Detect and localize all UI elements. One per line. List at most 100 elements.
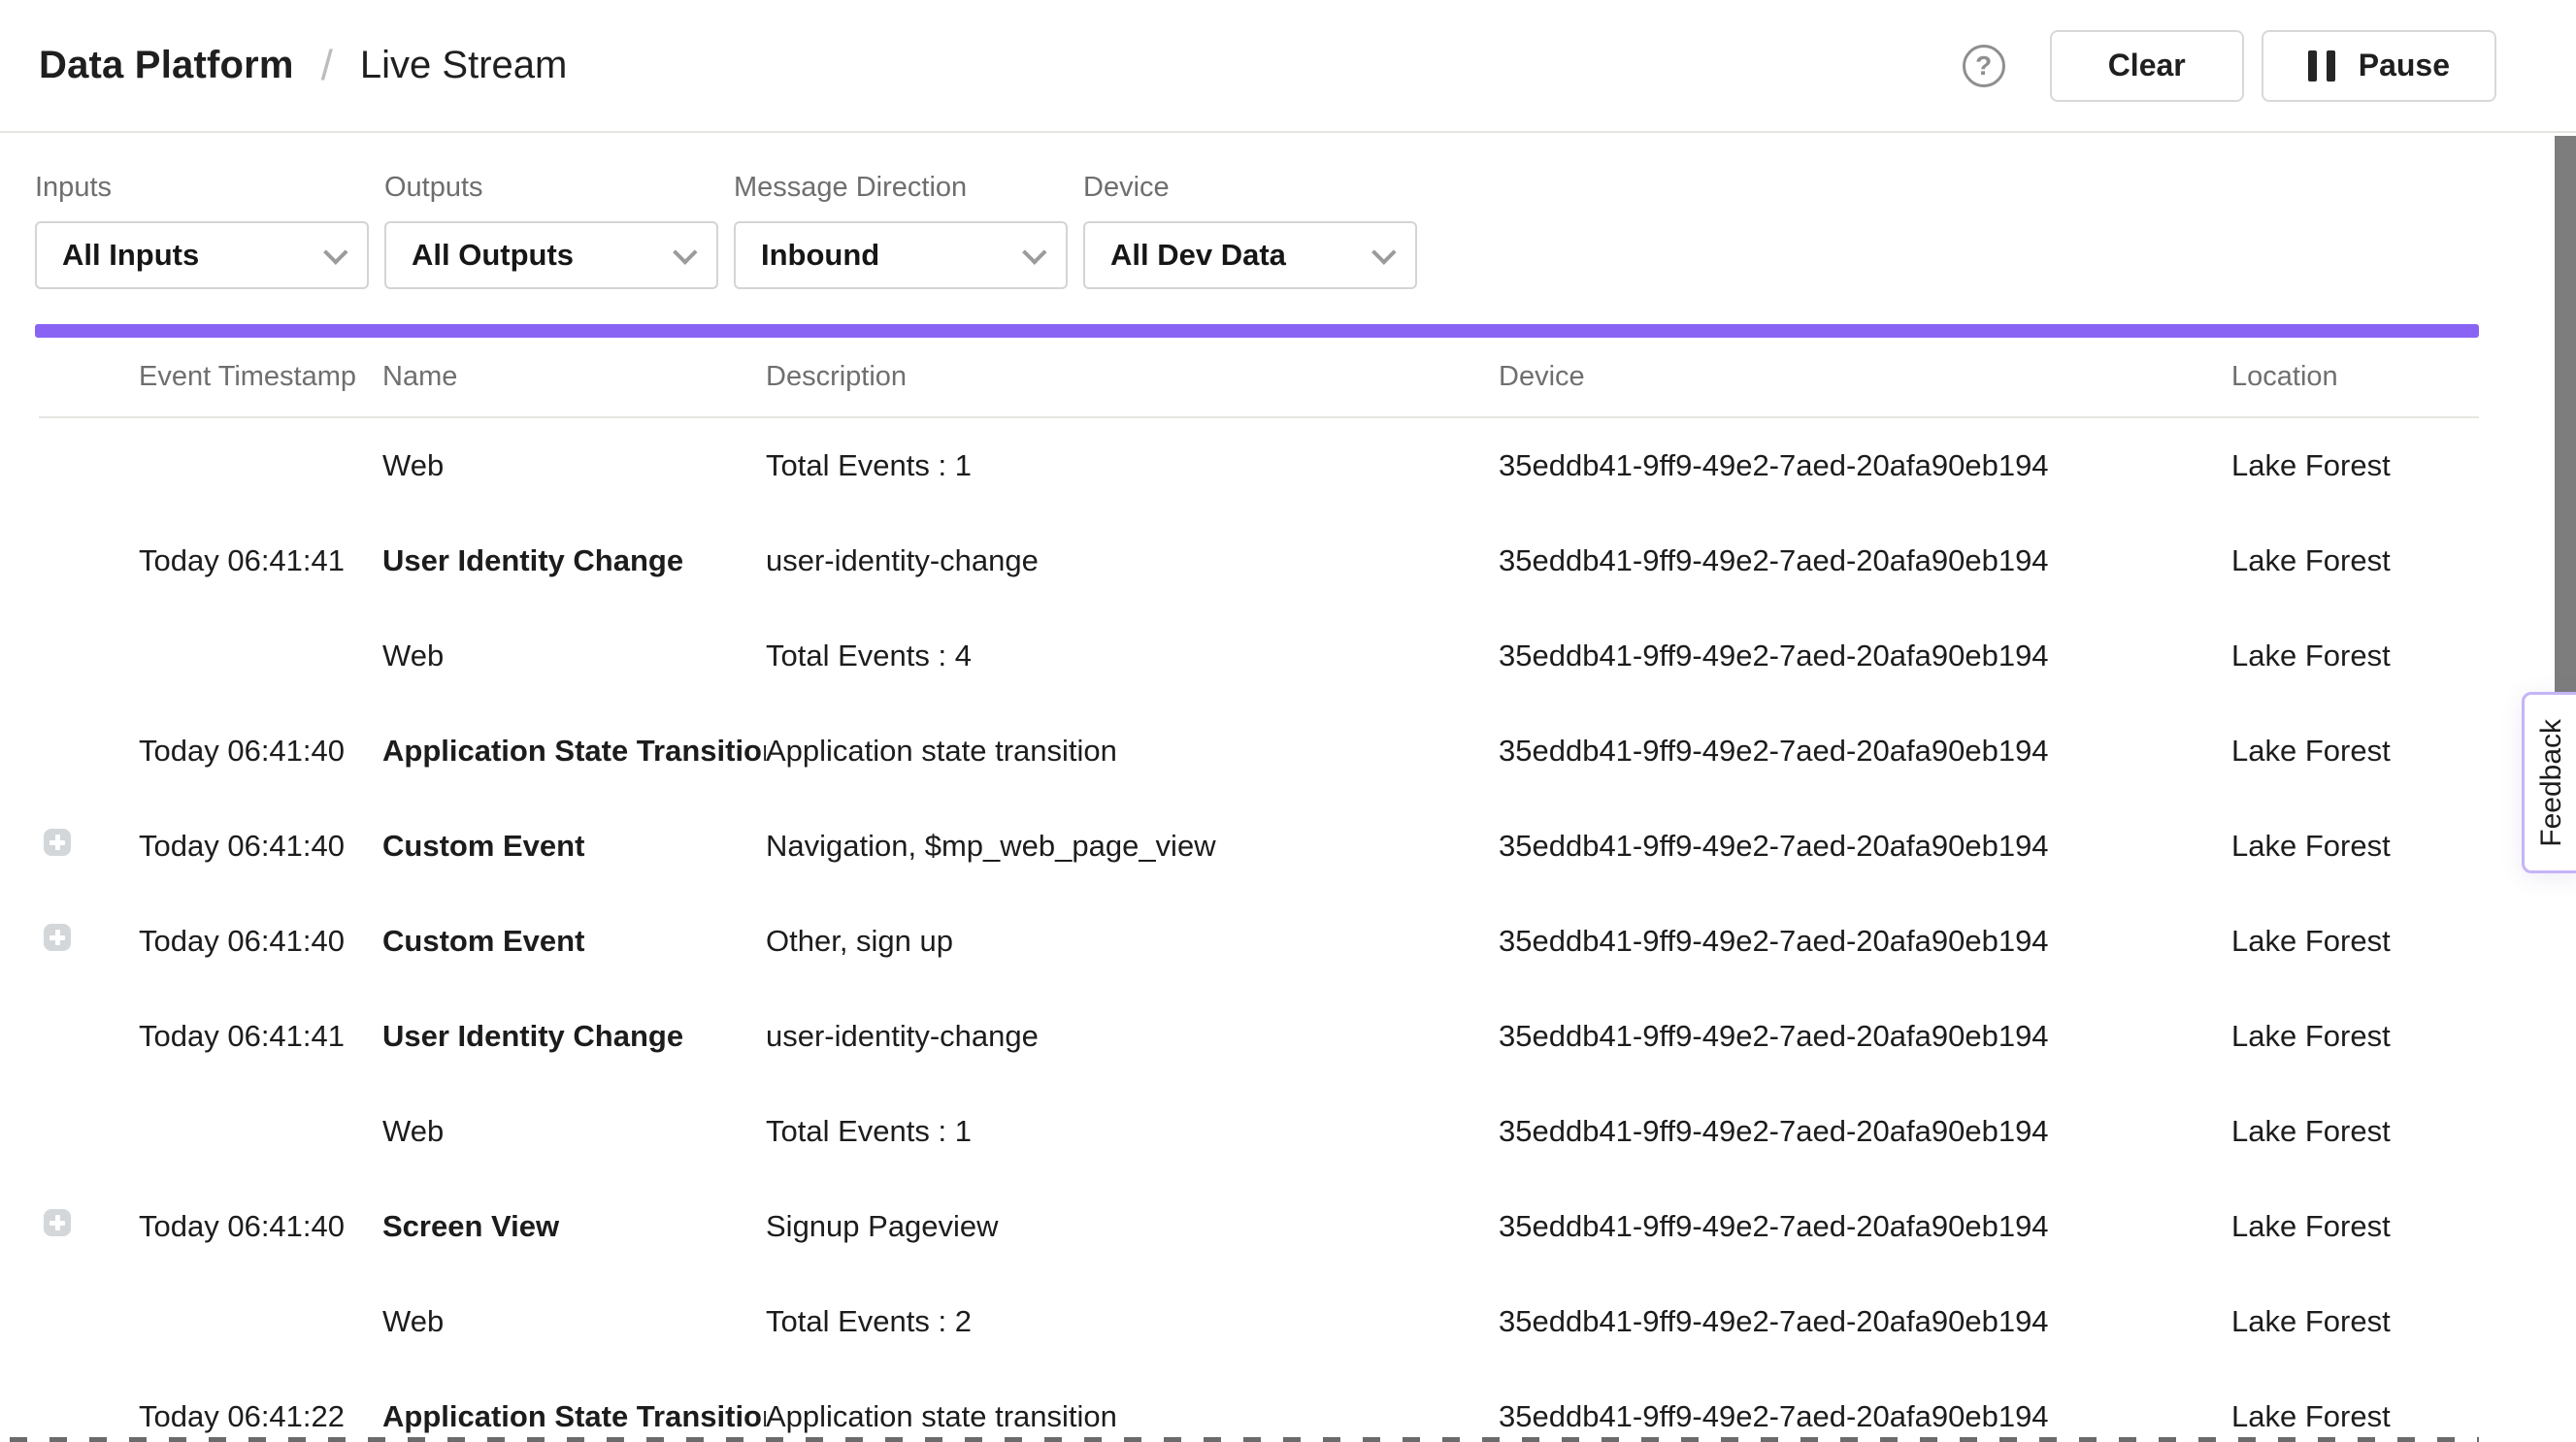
event-description: user-identity-change bbox=[766, 543, 1499, 578]
event-location: Lake Forest bbox=[2231, 829, 2479, 864]
event-description: user-identity-change bbox=[766, 1019, 1499, 1054]
event-location: Lake Forest bbox=[2231, 1399, 2479, 1434]
column-header-device: Device bbox=[1499, 361, 2231, 393]
device-dropdown[interactable]: All Dev Data bbox=[1083, 221, 1417, 289]
event-name: User Identity Change bbox=[382, 1019, 766, 1054]
event-name: Custom Event bbox=[382, 924, 766, 959]
table-row[interactable]: Today 06:41:40 Screen View Signup Pagevi… bbox=[39, 1179, 2479, 1274]
table-row[interactable]: Today 06:41:41 User Identity Change user… bbox=[39, 989, 2479, 1084]
column-header-name: Name bbox=[382, 361, 766, 393]
live-stream-table: Event Timestamp Name Description Device … bbox=[0, 338, 2576, 1442]
filter-outputs: Outputs All Outputs bbox=[384, 172, 718, 289]
event-name: Web bbox=[382, 1114, 766, 1149]
filter-message-direction-label: Message Direction bbox=[734, 172, 1068, 204]
pause-button[interactable]: Pause bbox=[2262, 30, 2496, 102]
event-timestamp: Today 06:41:40 bbox=[139, 924, 382, 959]
outputs-dropdown[interactable]: All Outputs bbox=[384, 221, 718, 289]
event-timestamp: Today 06:41:40 bbox=[139, 1209, 382, 1244]
event-location: Lake Forest bbox=[2231, 1114, 2479, 1149]
table-row[interactable]: Today 06:41:22 Application State Transit… bbox=[39, 1369, 2479, 1442]
chevron-down-icon bbox=[1371, 240, 1396, 264]
event-device-id: 35eddb41-9ff9-49e2-7aed-20afa90eb194 bbox=[1499, 639, 2231, 673]
chevron-down-icon bbox=[673, 240, 697, 264]
inputs-dropdown-value: All Inputs bbox=[62, 238, 324, 273]
table-row[interactable]: Web Total Events : 1 35eddb41-9ff9-49e2-… bbox=[39, 1084, 2479, 1179]
plus-square-icon[interactable] bbox=[44, 924, 71, 951]
event-device-id: 35eddb41-9ff9-49e2-7aed-20afa90eb194 bbox=[1499, 1209, 2231, 1244]
table-row[interactable]: Web Total Events : 1 35eddb41-9ff9-49e2-… bbox=[39, 418, 2479, 513]
column-header-event-timestamp: Event Timestamp bbox=[139, 361, 382, 393]
event-description: Total Events : 1 bbox=[766, 448, 1499, 483]
event-location: Lake Forest bbox=[2231, 448, 2479, 483]
filter-device-label: Device bbox=[1083, 172, 1417, 204]
event-location: Lake Forest bbox=[2231, 734, 2479, 769]
bottom-dashed-divider bbox=[10, 1437, 2479, 1442]
event-name: Web bbox=[382, 1304, 766, 1339]
event-timestamp: Today 06:41:40 bbox=[139, 734, 382, 769]
event-device-id: 35eddb41-9ff9-49e2-7aed-20afa90eb194 bbox=[1499, 1399, 2231, 1434]
plus-square-icon[interactable] bbox=[44, 1209, 71, 1236]
feedback-tab[interactable]: Feedback bbox=[2522, 692, 2576, 873]
table-row[interactable]: Today 06:41:40 Custom Event Other, sign … bbox=[39, 894, 2479, 989]
event-description: Total Events : 2 bbox=[766, 1304, 1499, 1339]
event-device-id: 35eddb41-9ff9-49e2-7aed-20afa90eb194 bbox=[1499, 734, 2231, 769]
event-location: Lake Forest bbox=[2231, 1209, 2479, 1244]
filter-inputs-label: Inputs bbox=[35, 172, 369, 204]
breadcrumb-section[interactable]: Data Platform bbox=[39, 44, 294, 87]
header-actions: ? Clear Pause bbox=[1963, 30, 2496, 102]
event-device-id: 35eddb41-9ff9-49e2-7aed-20afa90eb194 bbox=[1499, 924, 2231, 959]
clear-button[interactable]: Clear bbox=[2050, 30, 2244, 102]
event-description: Other, sign up bbox=[766, 924, 1499, 959]
breadcrumb: Data Platform / Live Stream bbox=[39, 42, 567, 90]
event-timestamp: Today 06:41:41 bbox=[139, 1019, 382, 1054]
event-location: Lake Forest bbox=[2231, 1304, 2479, 1339]
app-header: Data Platform / Live Stream ? Clear Paus… bbox=[0, 0, 2576, 133]
event-timestamp: Today 06:41:22 bbox=[139, 1399, 382, 1434]
event-name: Web bbox=[382, 448, 766, 483]
event-device-id: 35eddb41-9ff9-49e2-7aed-20afa90eb194 bbox=[1499, 543, 2231, 578]
event-name: Application State Transition bbox=[382, 1399, 766, 1434]
event-description: Total Events : 1 bbox=[766, 1114, 1499, 1149]
event-device-id: 35eddb41-9ff9-49e2-7aed-20afa90eb194 bbox=[1499, 448, 2231, 483]
filter-message-direction: Message Direction Inbound bbox=[734, 172, 1068, 289]
filter-bar: Inputs All Inputs Outputs All Outputs Me… bbox=[0, 133, 2576, 289]
filter-outputs-label: Outputs bbox=[384, 172, 718, 204]
pause-button-label: Pause bbox=[2359, 48, 2450, 83]
event-location: Lake Forest bbox=[2231, 639, 2479, 673]
event-device-id: 35eddb41-9ff9-49e2-7aed-20afa90eb194 bbox=[1499, 1304, 2231, 1339]
event-timestamp: Today 06:41:41 bbox=[139, 543, 382, 578]
column-header-description: Description bbox=[766, 361, 1499, 393]
event-name: Application State Transition bbox=[382, 734, 766, 769]
event-name: User Identity Change bbox=[382, 543, 766, 578]
page-title: Live Stream bbox=[360, 44, 567, 87]
row-expand-cell bbox=[39, 829, 139, 864]
accent-divider-bar bbox=[35, 324, 2479, 338]
table-row[interactable]: Today 06:41:41 User Identity Change user… bbox=[39, 513, 2479, 608]
pause-icon bbox=[2308, 50, 2335, 82]
scrollbar-thumb[interactable] bbox=[2555, 136, 2576, 710]
event-description: Application state transition bbox=[766, 734, 1499, 769]
table-row[interactable]: Today 06:41:40 Custom Event Navigation, … bbox=[39, 799, 2479, 894]
message-direction-dropdown[interactable]: Inbound bbox=[734, 221, 1068, 289]
event-description: Signup Pageview bbox=[766, 1209, 1499, 1244]
event-location: Lake Forest bbox=[2231, 543, 2479, 578]
table-row[interactable]: Web Total Events : 4 35eddb41-9ff9-49e2-… bbox=[39, 608, 2479, 704]
outputs-dropdown-value: All Outputs bbox=[412, 238, 674, 273]
table-row[interactable]: Today 06:41:40 Application State Transit… bbox=[39, 704, 2479, 799]
event-timestamp: Today 06:41:40 bbox=[139, 829, 382, 864]
event-description: Application state transition bbox=[766, 1399, 1499, 1434]
table-row[interactable]: Web Total Events : 2 35eddb41-9ff9-49e2-… bbox=[39, 1274, 2479, 1369]
event-name: Screen View bbox=[382, 1209, 766, 1244]
event-name: Web bbox=[382, 639, 766, 673]
breadcrumb-separator: / bbox=[321, 42, 333, 90]
filter-inputs: Inputs All Inputs bbox=[35, 172, 369, 289]
chevron-down-icon bbox=[323, 240, 347, 264]
message-direction-dropdown-value: Inbound bbox=[761, 238, 1023, 273]
row-expand-cell bbox=[39, 924, 139, 959]
help-icon[interactable]: ? bbox=[1963, 45, 2005, 87]
plus-square-icon[interactable] bbox=[44, 829, 71, 856]
column-header-location: Location bbox=[2231, 361, 2479, 393]
event-device-id: 35eddb41-9ff9-49e2-7aed-20afa90eb194 bbox=[1499, 1019, 2231, 1054]
chevron-down-icon bbox=[1022, 240, 1046, 264]
inputs-dropdown[interactable]: All Inputs bbox=[35, 221, 369, 289]
